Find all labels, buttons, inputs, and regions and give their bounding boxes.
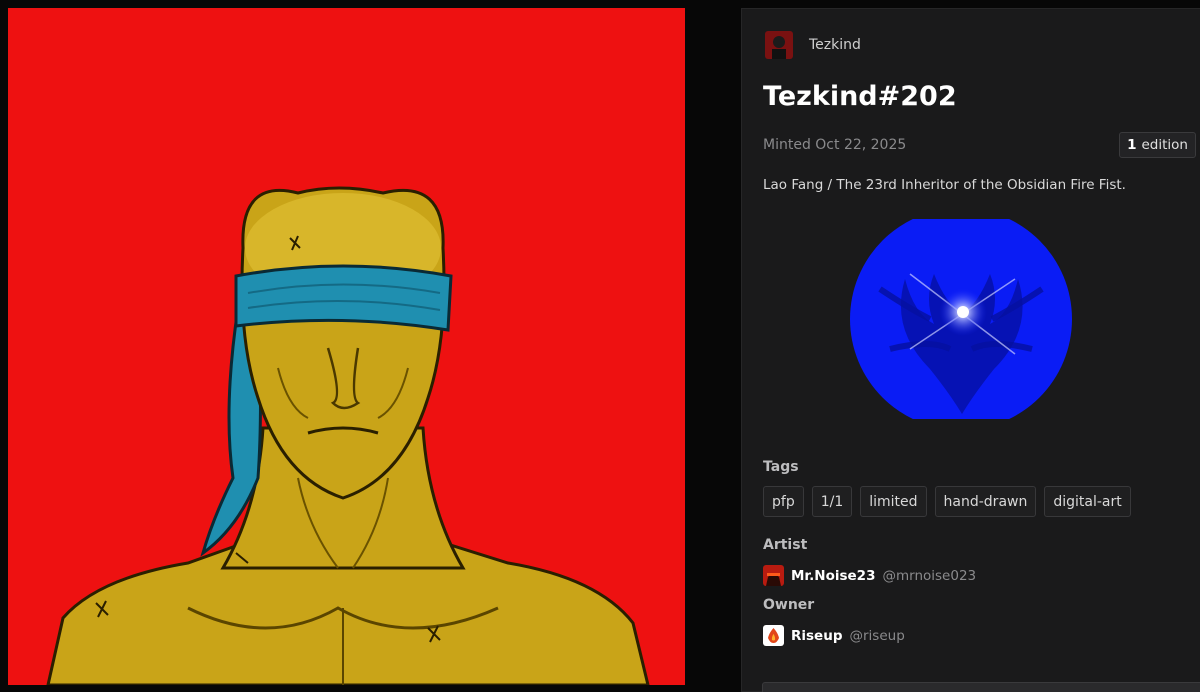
owner-label: Owner (763, 597, 815, 613)
tags-label: Tags (763, 459, 799, 475)
bottom-action-bar[interactable] (762, 682, 1200, 692)
artist-handle[interactable]: @mrnoise023 (882, 568, 976, 584)
phoenix-emblem-image (850, 208, 1073, 430)
artist-name[interactable]: Mr.Noise23 (791, 568, 875, 584)
token-description: Lao Fang / The 23rd Inheritor of the Obs… (763, 177, 1126, 193)
edition-badge: 1 edition (1119, 132, 1196, 158)
artist-label: Artist (763, 537, 808, 553)
tag-1-of-1[interactable]: 1/1 (811, 486, 853, 517)
collection-link[interactable]: Tezkind (765, 31, 861, 59)
token-title: Tezkind#202 (763, 81, 957, 112)
owner-link[interactable]: Riseup @riseup (763, 625, 905, 646)
edition-count: 1 (1127, 137, 1137, 153)
collection-avatar-icon (765, 31, 793, 59)
collection-name[interactable]: Tezkind (809, 37, 861, 53)
tags-list: pfp 1/1 limited hand-drawn digital-art (763, 486, 1131, 517)
owner-avatar (763, 625, 784, 646)
owner-name[interactable]: Riseup (791, 628, 843, 644)
tag-pfp[interactable]: pfp (763, 486, 804, 517)
tag-limited[interactable]: limited (860, 486, 927, 517)
artist-avatar (763, 565, 784, 586)
tag-hand-drawn[interactable]: hand-drawn (934, 486, 1037, 517)
artwork-image[interactable] (8, 8, 685, 685)
edition-label: edition (1141, 137, 1189, 153)
token-details-panel: Tezkind Tezkind#202 Minted Oct 22, 2025 … (741, 8, 1200, 692)
tag-digital-art[interactable]: digital-art (1044, 486, 1131, 517)
minted-date: Minted Oct 22, 2025 (763, 137, 907, 153)
artwork-illustration (8, 8, 685, 685)
artist-link[interactable]: Mr.Noise23 @mrnoise023 (763, 565, 976, 586)
owner-handle[interactable]: @riseup (850, 628, 905, 644)
